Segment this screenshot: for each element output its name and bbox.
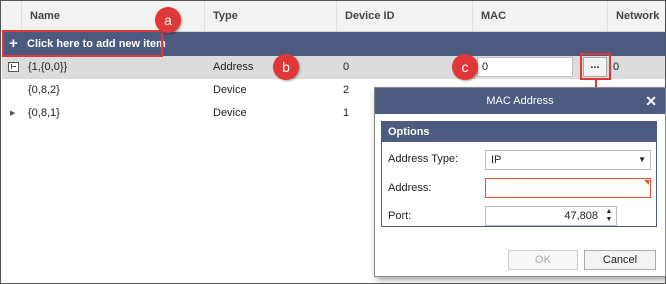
cell-name: {1,{0,0}} bbox=[28, 61, 68, 73]
cancel-button[interactable]: Cancel bbox=[584, 250, 656, 270]
callout-highlight-mac-button bbox=[580, 53, 611, 80]
cell-type: Device bbox=[213, 107, 247, 119]
options-header: Options bbox=[382, 122, 656, 142]
column-header-mac[interactable]: MAC bbox=[472, 1, 607, 31]
callout-badge-b: b bbox=[273, 54, 299, 80]
callout-badge-a: a bbox=[155, 7, 181, 33]
ok-button[interactable]: OK bbox=[508, 250, 578, 270]
address-type-label: Address Type: bbox=[388, 153, 459, 165]
port-value: 47,808 bbox=[564, 210, 598, 222]
cell-type: Address bbox=[213, 61, 254, 73]
expand-arrow-icon[interactable]: ▶ bbox=[10, 102, 15, 125]
spin-arrows-icon[interactable]: ▲ ▼ bbox=[605, 208, 613, 224]
chevron-down-icon: ▼ bbox=[638, 155, 646, 164]
mac-input[interactable]: 0 bbox=[477, 57, 573, 77]
address-field[interactable] bbox=[485, 178, 651, 198]
port-stepper[interactable]: 47,808 ▲ ▼ bbox=[485, 206, 617, 226]
row-indicator-header bbox=[1, 1, 21, 31]
cell-device-id: 0 bbox=[343, 61, 350, 73]
validation-error-icon bbox=[644, 180, 649, 185]
row-edit-icon bbox=[8, 62, 19, 72]
cell-network: 0 bbox=[613, 61, 620, 73]
mac-address-dialog: MAC Address ✕ Options Address Type: IP ▼… bbox=[374, 87, 666, 277]
callout-highlight-add-row bbox=[2, 30, 163, 57]
column-header-network[interactable]: Network bbox=[607, 1, 665, 31]
cell-name: {0,8,2} bbox=[28, 84, 60, 96]
port-label: Port: bbox=[388, 210, 412, 222]
cell-name: {0,8,1} bbox=[28, 107, 60, 119]
grid-header: Name Type Device ID MAC Network bbox=[1, 1, 665, 32]
address-type-value: IP bbox=[491, 154, 502, 166]
address-type-select[interactable]: IP ▼ bbox=[485, 150, 651, 170]
column-header-device-id[interactable]: Device ID bbox=[336, 1, 472, 31]
address-label: Address: bbox=[388, 182, 432, 194]
options-group: Options Address Type: IP ▼ Address: Port… bbox=[381, 121, 657, 227]
close-icon[interactable]: ✕ bbox=[645, 88, 657, 114]
cell-device-id: 1 bbox=[343, 107, 350, 119]
dialog-title: MAC Address bbox=[375, 88, 665, 114]
callout-badge-c: c bbox=[452, 54, 478, 80]
cell-type: Device bbox=[213, 84, 247, 96]
column-header-type[interactable]: Type bbox=[204, 1, 336, 31]
cell-device-id: 2 bbox=[343, 84, 350, 96]
main-frame: Name Type Device ID MAC Network + Click … bbox=[0, 0, 666, 284]
